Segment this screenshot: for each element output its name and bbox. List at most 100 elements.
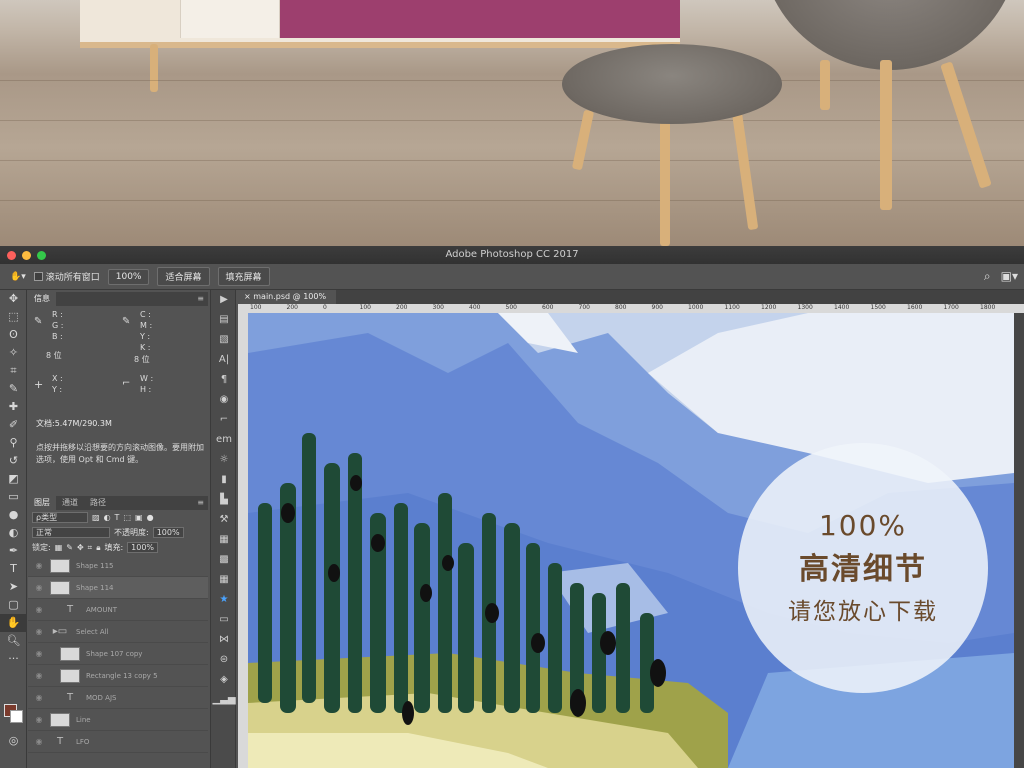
scroll-all-windows-checkbox[interactable]: 滚动所有窗口 (33, 270, 100, 283)
pen-tool-icon[interactable]: ✒ (0, 542, 27, 560)
eyedropper-tool-icon[interactable]: ✎ (0, 380, 27, 398)
character-icon[interactable]: A| (211, 350, 237, 370)
magic-wand-tool-icon[interactable]: ✧ (0, 344, 27, 362)
layer-row[interactable]: ◉ ▸▭ Select All (28, 621, 208, 643)
zoom-window-button[interactable] (37, 251, 46, 260)
properties-icon[interactable]: ▤ (211, 310, 237, 330)
layer-row[interactable]: ◉ Rectangle 13 copy 5 (28, 665, 208, 687)
fill-field[interactable]: 100% (127, 542, 159, 553)
layer-row[interactable]: ◉ T MOD AJS (28, 687, 208, 709)
hand-tool-icon[interactable]: ✋▾ (10, 272, 26, 282)
tab-paths[interactable]: 路径 (84, 496, 112, 510)
vertical-scrollbar[interactable] (1014, 313, 1024, 768)
color-icon[interactable]: ☼ (211, 450, 237, 470)
type-tool-icon[interactable]: T (0, 560, 27, 578)
folder-icon[interactable]: ▸▭ (50, 626, 70, 637)
zoom-tool-icon[interactable]: 🔍︎ (0, 632, 27, 650)
play-actions-icon[interactable]: ▶ (211, 290, 237, 310)
visibility-eye-icon[interactable]: ◉ (28, 561, 50, 570)
zoom-100-button[interactable]: 100% (107, 268, 150, 285)
layer-filter-select[interactable]: ρ类型 (32, 512, 88, 523)
lasso-tool-icon[interactable]: ʘ (0, 326, 27, 344)
brush-settings-icon[interactable]: ⌐ (211, 410, 237, 430)
visibility-eye-icon[interactable]: ◉ (28, 583, 50, 592)
layer-row[interactable]: ◉ T LFO (28, 731, 208, 753)
more-tools-icon[interactable]: ··· (0, 650, 27, 668)
histogram-icon[interactable]: ▁▃▅ (211, 690, 237, 710)
layer-row[interactable]: ◉ Shape 115 (28, 555, 208, 577)
clone-source-icon[interactable]: ▙ (211, 490, 237, 510)
brush-tool-icon[interactable]: ✐ (0, 416, 27, 434)
blur-tool-icon[interactable]: ● (0, 506, 27, 524)
libraries-icon[interactable]: ▦ (211, 570, 237, 590)
opacity-field[interactable]: 100% (152, 527, 184, 538)
paragraph-icon[interactable]: ¶ (211, 370, 237, 390)
swatches-icon[interactable]: ▮ (211, 470, 237, 490)
rectangle-tool-icon[interactable]: ▢ (0, 596, 27, 614)
layer-row[interactable]: ◉ Line (28, 709, 208, 731)
path-selection-tool-icon[interactable]: ➤ (0, 578, 27, 596)
move-tool-icon[interactable]: ✥ (0, 290, 27, 308)
visibility-eye-icon[interactable]: ◉ (28, 649, 50, 658)
close-document-icon[interactable]: × (244, 292, 253, 301)
quick-mask-icon[interactable]: ◎ (0, 732, 27, 750)
history-brush-tool-icon[interactable]: ↺ (0, 452, 27, 470)
filter-smart-icon[interactable]: ▣ (135, 513, 143, 522)
layers-icon[interactable]: ◈ (211, 670, 237, 690)
background-color-swatch[interactable] (10, 710, 23, 723)
minimize-window-button[interactable] (22, 251, 31, 260)
lock-transparent-icon[interactable]: ▦ (55, 543, 63, 552)
clone-stamp-tool-icon[interactable]: ⚲ (0, 434, 27, 452)
filter-type-icon[interactable]: T (115, 513, 120, 522)
filter-shape-icon[interactable]: ⬚ (123, 513, 131, 522)
visibility-eye-icon[interactable]: ◉ (28, 715, 50, 724)
fill-screen-button[interactable]: 填充屏幕 (217, 267, 270, 286)
dodge-tool-icon[interactable]: ◐ (0, 524, 27, 542)
ruler-tick-label: 300 (432, 304, 444, 311)
close-window-button[interactable] (7, 251, 16, 260)
panel-menu-icon[interactable]: ≡ (197, 292, 208, 306)
lock-paint-icon[interactable]: ✎ (66, 543, 73, 552)
glyphs-icon[interactable]: em (211, 430, 237, 450)
crop-tool-icon[interactable]: ⌗ (0, 362, 27, 380)
visibility-eye-icon[interactable]: ◉ (28, 693, 50, 702)
healing-brush-tool-icon[interactable]: ✚ (0, 398, 27, 416)
document-tab[interactable]: × main.psd @ 100% (238, 290, 337, 304)
tab-info[interactable]: 信息 (28, 292, 56, 306)
filter-pixel-icon[interactable]: ▨ (92, 513, 100, 522)
marquee-tool-icon[interactable]: ⬚ (0, 308, 27, 326)
channels-icon[interactable]: ⊜ (211, 650, 237, 670)
visibility-eye-icon[interactable]: ◉ (28, 737, 50, 746)
visibility-eye-icon[interactable]: ◉ (28, 605, 50, 614)
timeline-icon[interactable]: ▦ (211, 530, 237, 550)
layers-menu-icon[interactable]: ≡ (197, 496, 208, 510)
ruler-tick-label: 1600 (907, 304, 923, 311)
adjustments-icon[interactable]: ▧ (211, 330, 237, 350)
visibility-eye-icon[interactable]: ◉ (28, 671, 50, 680)
filter-toggle-icon[interactable]: ● (147, 513, 154, 522)
favorites-icon[interactable]: ★ (211, 590, 237, 610)
notes-icon[interactable]: ▭ (211, 610, 237, 630)
eraser-tool-icon[interactable]: ◩ (0, 470, 27, 488)
tool-presets-icon[interactable]: ⚒ (211, 510, 237, 530)
blend-mode-select[interactable]: 正常 (32, 527, 110, 538)
visibility-eye-icon[interactable]: ◉ (28, 627, 50, 636)
layer-row[interactable]: ◉ Shape 107 copy (28, 643, 208, 665)
tab-layers[interactable]: 图层 (28, 496, 56, 510)
lock-artboard-icon[interactable]: ⌗ (88, 543, 93, 553)
3d-icon[interactable]: ⋈ (211, 630, 237, 650)
tab-channels[interactable]: 通道 (56, 496, 84, 510)
panel-icons-column: ▶ ▤ ▧ A| ¶ ◉ ⌐ em ☼ ▮ ▙ ⚒ ▦ ▩ ▦ ★ ▭ ⋈ ⊜ … (210, 290, 236, 768)
filter-adjust-icon[interactable]: ◐ (104, 513, 111, 522)
layer-row[interactable]: ◉ T AMOUNT (28, 599, 208, 621)
gradient-tool-icon[interactable]: ▭ (0, 488, 27, 506)
lock-position-icon[interactable]: ✥ (77, 543, 84, 552)
fit-screen-button[interactable]: 适合屏幕 (157, 267, 210, 286)
workspace-icon[interactable]: ▣▾ (1001, 269, 1018, 284)
navigator-icon[interactable]: ▩ (211, 550, 237, 570)
styles-icon[interactable]: ◉ (211, 390, 237, 410)
lock-all-icon[interactable]: 🔒︎ (96, 543, 100, 553)
hand-tool-icon-sidebar[interactable]: ✋ (0, 614, 27, 632)
search-icon[interactable]: ⌕ (984, 269, 991, 284)
layer-row[interactable]: ◉ Shape 114 (28, 577, 208, 599)
